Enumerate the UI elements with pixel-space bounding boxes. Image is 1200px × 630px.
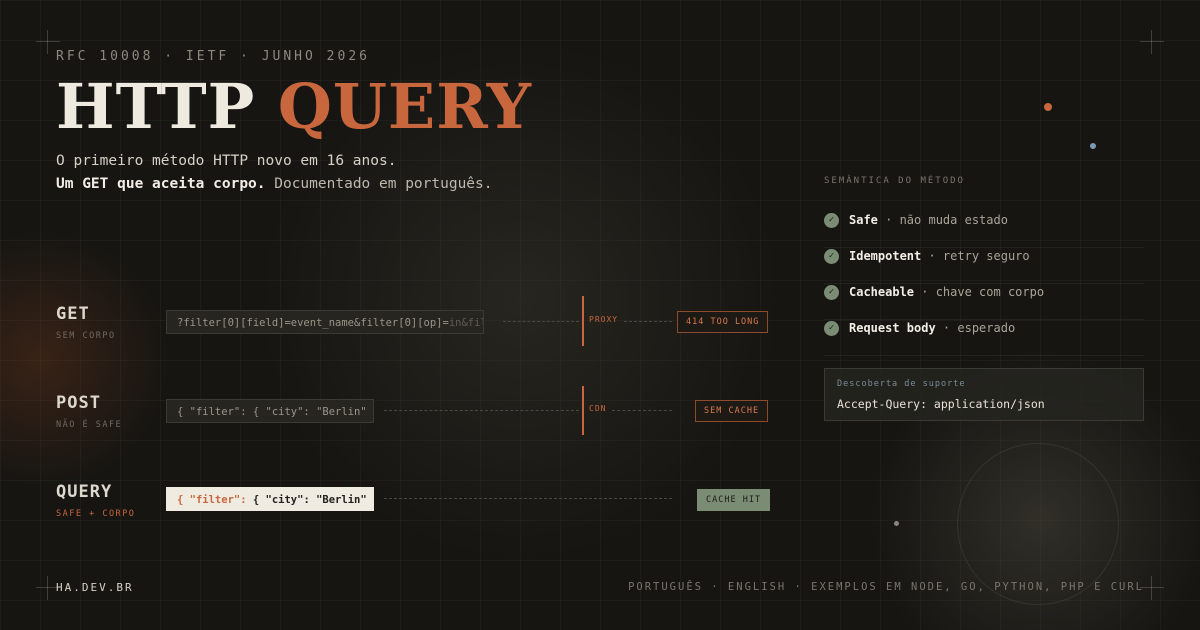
- subtitle-bold: Um GET que aceita corpo.: [56, 176, 266, 192]
- semantics-item-desc: · chave com corpo: [914, 285, 1045, 299]
- post-cdn-label: CDN: [589, 404, 607, 413]
- corner-cross-top-right: [1140, 30, 1164, 54]
- check-icon: ✓: [824, 321, 839, 336]
- semantics-item: ✓ Cacheable · chave com corpo: [824, 283, 1144, 320]
- semantics-item-desc: · esperado: [935, 321, 1016, 335]
- support-header-value: Accept-Query: application/json: [837, 397, 1045, 411]
- title-http: HTTP: [56, 70, 256, 143]
- rfc-meta: RFC 10008 · IETF · JUNHO 2026: [56, 49, 370, 64]
- support-label: Descoberta de suporte: [837, 379, 966, 389]
- support-discovery-box: Descoberta de suporte Accept-Query: appl…: [824, 368, 1144, 421]
- semantics-item-name: Safe: [849, 213, 878, 227]
- semantics-heading: SEMÂNTICA DO MÉTODO: [824, 176, 965, 186]
- blue-dot: [1090, 143, 1096, 149]
- orange-dot: [1044, 103, 1052, 111]
- check-icon: ✓: [824, 285, 839, 300]
- post-request-box: { "filter": { "city": "Berlin" }: [166, 399, 374, 423]
- post-connector-right: [612, 410, 672, 411]
- semantics-item-text: Idempotent · retry seguro: [849, 249, 1030, 263]
- post-connector-left: [384, 410, 579, 411]
- method-get-name: GET: [56, 304, 90, 324]
- get-connector-right: [624, 321, 672, 322]
- site-domain: HA.DEV.BR: [56, 581, 134, 594]
- semantics-item: ✓ Safe · não muda estado: [824, 211, 1144, 248]
- get-proxy-line: [582, 296, 584, 346]
- method-post-note: NÃO É SAFE: [56, 420, 123, 430]
- footer-languages: PORTUGUÊS · ENGLISH · EXEMPLOS EM NODE, …: [628, 581, 1144, 593]
- query-status-badge: CACHE HIT: [697, 489, 771, 511]
- get-request-fade: in&filt: [448, 317, 483, 329]
- semantics-item: ✓ Idempotent · retry seguro: [824, 247, 1144, 284]
- semantics-item-text: Safe · não muda estado: [849, 213, 1008, 227]
- post-cdn-line: [582, 386, 584, 435]
- semantics-item-desc: · retry seguro: [921, 249, 1030, 263]
- get-request-box: ?filter[0][field]=event_name&filter[0][o…: [166, 310, 484, 334]
- page-title: HTTP QUERY: [56, 70, 532, 143]
- subtitle-line-2: Um GET que aceita corpo. Documentado em …: [56, 176, 493, 192]
- grey-dot: [894, 521, 899, 526]
- subtitle-line-1: O primeiro método HTTP novo em 16 anos.: [56, 153, 397, 169]
- subtitle-rest: Documentado em português.: [265, 176, 493, 192]
- query-request-box: { "filter": { "city": "Berlin" }: [166, 487, 374, 511]
- semantics-item-name: Idempotent: [849, 249, 922, 263]
- title-query: QUERY: [277, 70, 533, 143]
- method-get-note: SEM CORPO: [56, 331, 116, 341]
- semantics-item-text: Cacheable · chave com corpo: [849, 285, 1044, 299]
- semantics-item-text: Request body · esperado: [849, 321, 1015, 335]
- semantics-item: ✓ Request body · esperado: [824, 319, 1144, 356]
- post-status-badge: SEM CACHE: [695, 400, 769, 422]
- method-post-name: POST: [56, 393, 101, 413]
- method-query-note: SAFE + CORPO: [56, 509, 136, 519]
- semantics-item-name: Request body: [849, 321, 936, 335]
- check-icon: ✓: [824, 249, 839, 264]
- semantics-item-desc: · não muda estado: [877, 213, 1008, 227]
- query-connector: [384, 498, 672, 499]
- query-request-key: { "filter":: [177, 494, 247, 506]
- method-query-name: QUERY: [56, 482, 113, 502]
- get-request-text: ?filter[0][field]=event_name&filter[0][o…: [177, 317, 449, 329]
- get-status-badge: 414 TOO LONG: [677, 311, 769, 333]
- query-request-rest: { "city": "Berlin" }: [246, 494, 374, 506]
- get-connector-left: [503, 321, 579, 322]
- semantics-item-name: Cacheable: [849, 285, 915, 299]
- check-icon: ✓: [824, 213, 839, 228]
- get-proxy-label: PROXY: [589, 315, 619, 324]
